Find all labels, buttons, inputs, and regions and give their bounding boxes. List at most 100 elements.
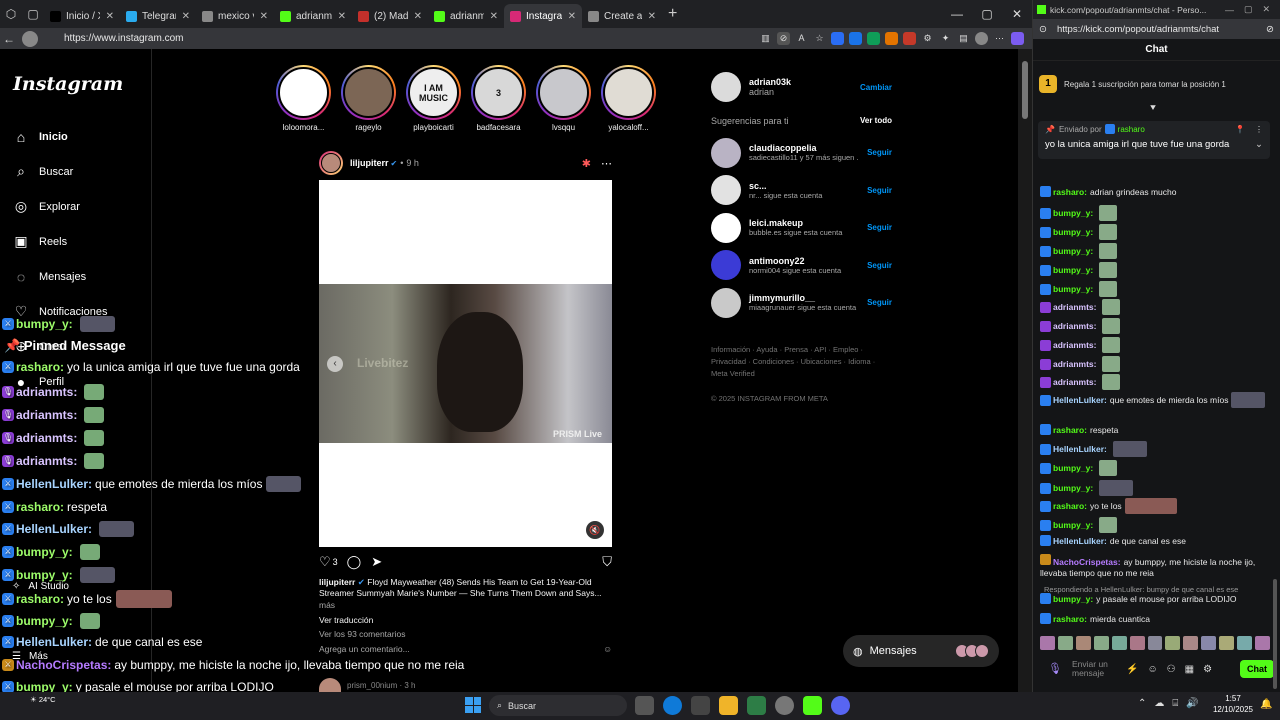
- sub-goal-banner[interactable]: 1 Regala 1 suscripción para tomar la pos…: [1039, 71, 1274, 97]
- discord-icon[interactable]: [831, 696, 850, 715]
- mute-icon[interactable]: 🔇: [586, 521, 604, 539]
- chat-username[interactable]: adrianmts:: [1053, 321, 1096, 331]
- quick-emote[interactable]: [1219, 636, 1235, 650]
- browser-tab[interactable]: Telegram Web ✕: [120, 4, 196, 28]
- chat-username[interactable]: adrianmts:: [1053, 377, 1096, 387]
- chat-username[interactable]: HellenLulker:: [1053, 444, 1107, 454]
- quick-emote[interactable]: [1040, 636, 1055, 650]
- chat-username[interactable]: bumpy_y:: [1053, 284, 1093, 294]
- new-tab-icon[interactable]: +: [668, 5, 677, 23]
- browser-tab[interactable]: adrianmts ✕: [274, 4, 352, 28]
- extension-2-icon[interactable]: [849, 32, 862, 45]
- browser-menu-icon[interactable]: ⬡: [0, 3, 22, 25]
- kick-pinned-message[interactable]: 📌 Enviado por rasharo 📍 ⋮ yo la unica am…: [1038, 121, 1270, 159]
- kick-maximize-icon[interactable]: ▢: [1244, 4, 1253, 15]
- quick-emote[interactable]: [1075, 636, 1091, 650]
- add-comment-field[interactable]: Agrega un comentario... ☺: [319, 644, 612, 654]
- tab-close-icon[interactable]: ✕: [414, 11, 422, 22]
- quick-emote[interactable]: [1147, 636, 1163, 650]
- post-username[interactable]: liljupiterr: [350, 158, 389, 168]
- chat-input-field[interactable]: Enviar un mensaje: [1072, 660, 1112, 678]
- chat-username[interactable]: rasharo:: [1053, 187, 1087, 197]
- account-avatar[interactable]: [711, 72, 741, 102]
- suggestion-username[interactable]: antimoony22: [749, 256, 859, 266]
- extension-5-icon[interactable]: [903, 32, 916, 45]
- quick-emote[interactable]: [1129, 636, 1145, 650]
- post-media[interactable]: ‹ Livebitez PRISM Live 🔇: [319, 180, 612, 547]
- task-view-icon[interactable]: [635, 696, 654, 715]
- nav-item-reels[interactable]: ▣ Reels: [12, 224, 107, 259]
- browser-tab[interactable]: (2) Madonna... ✕: [352, 4, 428, 28]
- suggestion-avatar[interactable]: [711, 287, 741, 318]
- follow-button[interactable]: Seguir: [867, 223, 892, 232]
- account-username[interactable]: adrian03k: [749, 77, 791, 87]
- chat-username[interactable]: adrianmts:: [1053, 302, 1096, 312]
- notifications-icon[interactable]: 🔔: [1260, 699, 1272, 710]
- store-icon[interactable]: ▦: [1185, 664, 1194, 675]
- story-item[interactable]: rageylo: [341, 65, 396, 132]
- chat-username[interactable]: bumpy_y:: [1053, 265, 1093, 275]
- favorite-icon[interactable]: ☆: [813, 32, 826, 45]
- volume-icon[interactable]: 🔊: [1186, 698, 1198, 709]
- tracking-icon[interactable]: ⊘: [777, 32, 790, 45]
- tab-close-icon[interactable]: ✕: [182, 11, 190, 22]
- browser-tab[interactable]: Inicio / X ✕: [44, 4, 120, 28]
- close-icon[interactable]: ✕: [1002, 0, 1032, 28]
- pinned-options-icon[interactable]: ⋮: [1255, 125, 1263, 134]
- emote-picker-icon[interactable]: ⚡: [1126, 664, 1138, 675]
- chat-username[interactable]: bumpy_y:: [1053, 246, 1093, 256]
- chat-username[interactable]: rasharo:: [1053, 614, 1087, 624]
- chat-username[interactable]: bumpy_y:: [1053, 227, 1093, 237]
- edge-icon[interactable]: [663, 696, 682, 715]
- emoji-icon[interactable]: ☺: [603, 644, 612, 654]
- chat-username[interactable]: bumpy_y:: [1053, 208, 1093, 218]
- chat-username[interactable]: rasharo:: [1053, 501, 1087, 511]
- kick-app-icon[interactable]: [803, 696, 822, 715]
- extension-3-icon[interactable]: [867, 32, 880, 45]
- messages-button[interactable]: ◍ Mensajes: [843, 635, 999, 667]
- kick-tracking-icon[interactable]: ⊘: [1266, 24, 1274, 35]
- follow-button[interactable]: Seguir: [867, 261, 892, 270]
- suggestion-username[interactable]: claudiacoppelia: [749, 143, 859, 153]
- follow-button[interactable]: Seguir: [867, 186, 892, 195]
- chat-username[interactable]: HellenLulker:: [1053, 536, 1107, 546]
- network-icon[interactable]: ⌸: [1172, 698, 1178, 709]
- comment-icon[interactable]: ◯: [347, 554, 362, 570]
- pinned-by-user[interactable]: rasharo: [1118, 125, 1145, 134]
- read-aloud-icon[interactable]: A: [795, 32, 808, 45]
- suggestion-avatar[interactable]: [711, 250, 741, 281]
- suggestion-username[interactable]: jimmymurillo__: [749, 293, 859, 303]
- chat-username[interactable]: NachoCrispetas:: [1053, 557, 1121, 567]
- expand-arrow-icon[interactable]: ⯆: [1149, 103, 1157, 114]
- quick-emote[interactable]: [1237, 636, 1253, 650]
- favorites-icon[interactable]: ✦: [939, 32, 952, 45]
- follow-button[interactable]: Seguir: [867, 298, 892, 307]
- quick-emote[interactable]: [1201, 636, 1217, 650]
- file-explorer-icon[interactable]: [719, 696, 738, 715]
- nav-item-explorar[interactable]: ◎ Explorar: [12, 189, 107, 224]
- weather-widget[interactable]: ☀ 24°C: [30, 695, 56, 704]
- tab-actions-icon[interactable]: ▢: [22, 3, 44, 25]
- chat-username[interactable]: bumpy_y:: [1053, 483, 1093, 493]
- emoji-picker-icon[interactable]: ☺: [1147, 664, 1157, 675]
- back-icon[interactable]: ←: [0, 32, 18, 46]
- nav-item-mensajes[interactable]: ◌ Mensajes: [12, 259, 107, 294]
- tab-close-icon[interactable]: ✕: [260, 11, 268, 22]
- quick-emote[interactable]: [1255, 636, 1270, 650]
- send-chat-button[interactable]: Chat: [1240, 660, 1274, 678]
- tab-close-icon[interactable]: ✕: [338, 11, 346, 22]
- post-options-icon[interactable]: ⋯: [601, 157, 612, 170]
- story-item[interactable]: lvsqqu: [536, 65, 591, 132]
- tab-close-icon[interactable]: ✕: [490, 11, 498, 22]
- page-scrollbar[interactable]: [1018, 49, 1032, 692]
- clock[interactable]: 1:57 12/10/2025: [1210, 693, 1256, 715]
- post-avatar[interactable]: [319, 151, 343, 175]
- instagram-logo[interactable]: Instagram: [13, 73, 123, 95]
- chat-username[interactable]: adrianmts:: [1053, 359, 1096, 369]
- post-video[interactable]: ‹ Livebitez PRISM Live: [319, 284, 612, 443]
- follow-button[interactable]: Seguir: [867, 148, 892, 157]
- chat-username[interactable]: rasharo:: [1053, 425, 1087, 435]
- start-button[interactable]: [465, 697, 481, 713]
- tab-close-icon[interactable]: ✕: [648, 11, 656, 22]
- story-item[interactable]: yalocaloff...: [601, 65, 656, 132]
